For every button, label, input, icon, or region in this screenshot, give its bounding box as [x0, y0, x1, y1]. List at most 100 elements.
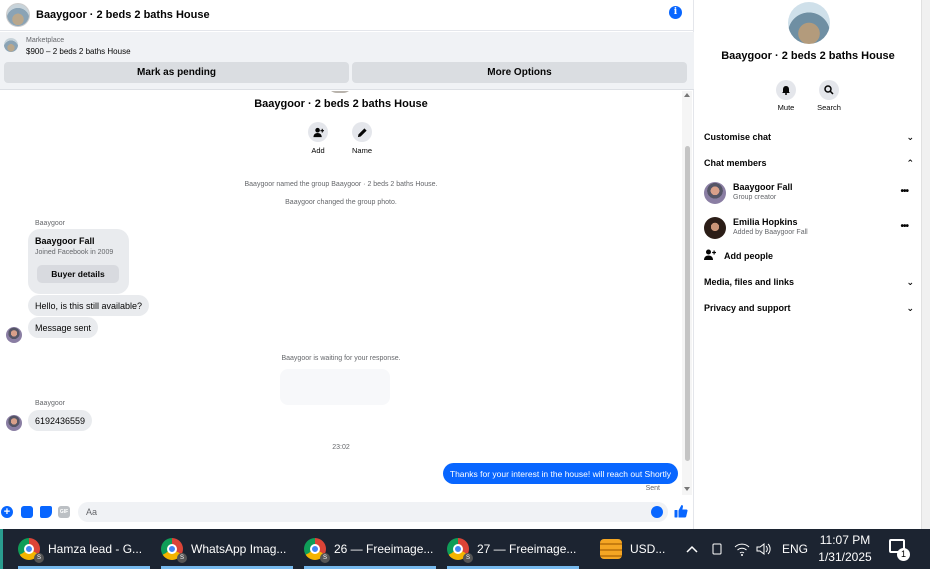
listing-thumbnail[interactable]	[4, 38, 18, 52]
panel-group-avatar[interactable]	[788, 2, 830, 44]
waiting-message: Baaygoor is waiting for your response.	[281, 355, 401, 362]
chevron-down-icon: ⌄	[906, 131, 914, 142]
system-message: Baaygoor changed the group photo.	[285, 199, 397, 206]
add-people-button[interactable]: Add people	[704, 249, 773, 263]
thumbs-up-icon[interactable]	[674, 504, 688, 518]
profile-badge: S	[34, 553, 44, 563]
volume-icon[interactable]	[756, 529, 772, 569]
privacy-label: Privacy and support	[704, 303, 791, 313]
buyer-details-button[interactable]: Buyer details	[37, 265, 119, 283]
currency-icon	[600, 539, 622, 559]
group-avatar[interactable]	[6, 3, 30, 27]
member-role: Added by Baaygoor Fall	[733, 229, 808, 236]
add-member-button[interactable]: Add	[298, 122, 338, 155]
more-options-button[interactable]: More Options	[352, 62, 687, 83]
taskbar-item-freeimage-26[interactable]: S 26 — Freeimage...	[304, 529, 436, 569]
desktop-edge	[0, 529, 3, 569]
media-label: Media, files and links	[704, 277, 795, 287]
chrome-icon: S	[18, 538, 44, 563]
message-input[interactable]: Aa	[78, 502, 668, 522]
taskbar-item-currency[interactable]: USD...	[600, 529, 675, 569]
sender-avatar[interactable]	[6, 327, 22, 343]
name-group-button[interactable]: Name	[342, 122, 382, 155]
customise-chat-label: Customise chat	[704, 132, 772, 142]
buyer-card: Baaygoor Fall Joined Facebook in 2009 Bu…	[28, 229, 129, 294]
mute-label: Mute	[777, 103, 795, 112]
pencil-icon	[352, 122, 372, 142]
wifi-icon[interactable]	[734, 529, 750, 569]
more-options-icon[interactable]: •••	[900, 186, 908, 197]
message-list: Baaygoor · 2 beds 2 baths House Add Name…	[0, 91, 682, 495]
incoming-message[interactable]: 6192436559	[28, 410, 93, 431]
marketplace-bar: Marketplace $900 – 2 beds 2 baths House …	[0, 32, 694, 90]
taskbar-label: USD...	[630, 542, 666, 556]
taskbar-item-hamza[interactable]: S Hamza lead - G...	[18, 529, 150, 569]
clock-date: 1/31/2025	[818, 550, 872, 564]
chat-title[interactable]: Baaygoor · 2 beds 2 baths House	[36, 9, 210, 21]
tray-device-icon[interactable]	[710, 529, 724, 569]
member-name: Emilia Hopkins	[733, 217, 798, 227]
sender-label: Baaygoor	[35, 220, 65, 227]
add-person-icon	[704, 249, 718, 263]
profile-badge: S	[463, 553, 473, 563]
chevron-up-icon: ⌃	[906, 157, 914, 168]
taskbar-label: WhatsApp Imag...	[191, 542, 287, 556]
group-photo	[327, 91, 353, 93]
group-name: Baaygoor · 2 beds 2 baths House	[254, 98, 428, 110]
messenger-window: Baaygoor · 2 beds 2 baths House i Market…	[0, 0, 930, 530]
sender-avatar[interactable]	[6, 415, 22, 431]
tray-chevron-up-icon[interactable]	[685, 529, 699, 569]
member-row[interactable]: Baaygoor Fall Group creator •••	[704, 180, 914, 206]
taskbar-item-freeimage-27[interactable]: S 27 — Freeimage...	[447, 529, 579, 569]
image-icon[interactable]	[21, 506, 33, 518]
chrome-icon: S	[161, 538, 187, 563]
add-label: Add	[311, 146, 325, 155]
gif-icon[interactable]: GIF	[58, 506, 70, 518]
chat-members-label: Chat members	[704, 158, 767, 168]
clock[interactable]: 11:07 PM 1/31/2025	[812, 532, 878, 566]
typing-placeholder	[280, 369, 390, 405]
scroll-thumb[interactable]	[685, 146, 690, 461]
notification-count: 1	[897, 548, 910, 561]
scroll-up-arrow[interactable]	[684, 93, 690, 97]
search-icon	[819, 80, 839, 100]
plus-icon[interactable]: +	[1, 506, 13, 518]
more-options-icon[interactable]: •••	[900, 221, 908, 232]
taskbar-item-whatsapp[interactable]: S WhatsApp Imag...	[161, 529, 293, 569]
incoming-message[interactable]: Message sent	[28, 317, 99, 338]
profile-badge: S	[177, 553, 187, 563]
chat-scrollbar[interactable]	[682, 91, 692, 495]
customise-chat-section[interactable]: Customise chat ⌄	[704, 129, 914, 145]
page-scrollbar[interactable]	[921, 0, 930, 530]
listing-summary[interactable]: $900 – 2 beds 2 baths House	[26, 47, 131, 56]
mark-pending-button[interactable]: Mark as pending	[4, 62, 349, 83]
member-role: Group creator	[733, 194, 777, 201]
sticker-icon[interactable]	[40, 506, 52, 518]
chevron-down-icon: ⌄	[906, 302, 914, 313]
mute-button[interactable]: Mute	[766, 80, 806, 112]
chat-members-section[interactable]: Chat members ⌃	[704, 155, 914, 171]
language-indicator[interactable]: ENG	[782, 529, 808, 569]
member-name: Baaygoor Fall	[733, 182, 793, 192]
add-people-label: Add people	[724, 251, 773, 261]
marketplace-label: Marketplace	[26, 37, 65, 44]
buyer-joined: Joined Facebook in 2009	[35, 249, 114, 256]
media-section[interactable]: Media, files and links ⌄	[704, 274, 914, 290]
profile-badge: S	[320, 553, 330, 563]
incoming-message[interactable]: Hello, is this still available?	[28, 295, 150, 316]
info-icon[interactable]: i	[669, 6, 682, 19]
taskbar-label: Hamza lead - G...	[48, 542, 143, 556]
outgoing-message[interactable]: Thanks for your interest in the house! w…	[442, 463, 678, 484]
chrome-icon: S	[304, 538, 330, 563]
buyer-name: Baaygoor Fall	[35, 236, 95, 246]
scroll-down-arrow[interactable]	[684, 487, 690, 491]
member-row[interactable]: Emilia Hopkins Added by Baaygoor Fall ••…	[704, 215, 914, 241]
emoji-icon[interactable]	[651, 506, 663, 518]
member-avatar	[704, 217, 726, 239]
sent-status: Sent	[645, 485, 660, 492]
taskbar: S Hamza lead - G... S WhatsApp Imag... S…	[0, 529, 930, 569]
search-button[interactable]: Search	[809, 80, 849, 112]
privacy-section[interactable]: Privacy and support ⌄	[704, 300, 914, 316]
timestamp: 23:02	[332, 444, 350, 451]
sender-label: Baaygoor	[35, 400, 65, 407]
